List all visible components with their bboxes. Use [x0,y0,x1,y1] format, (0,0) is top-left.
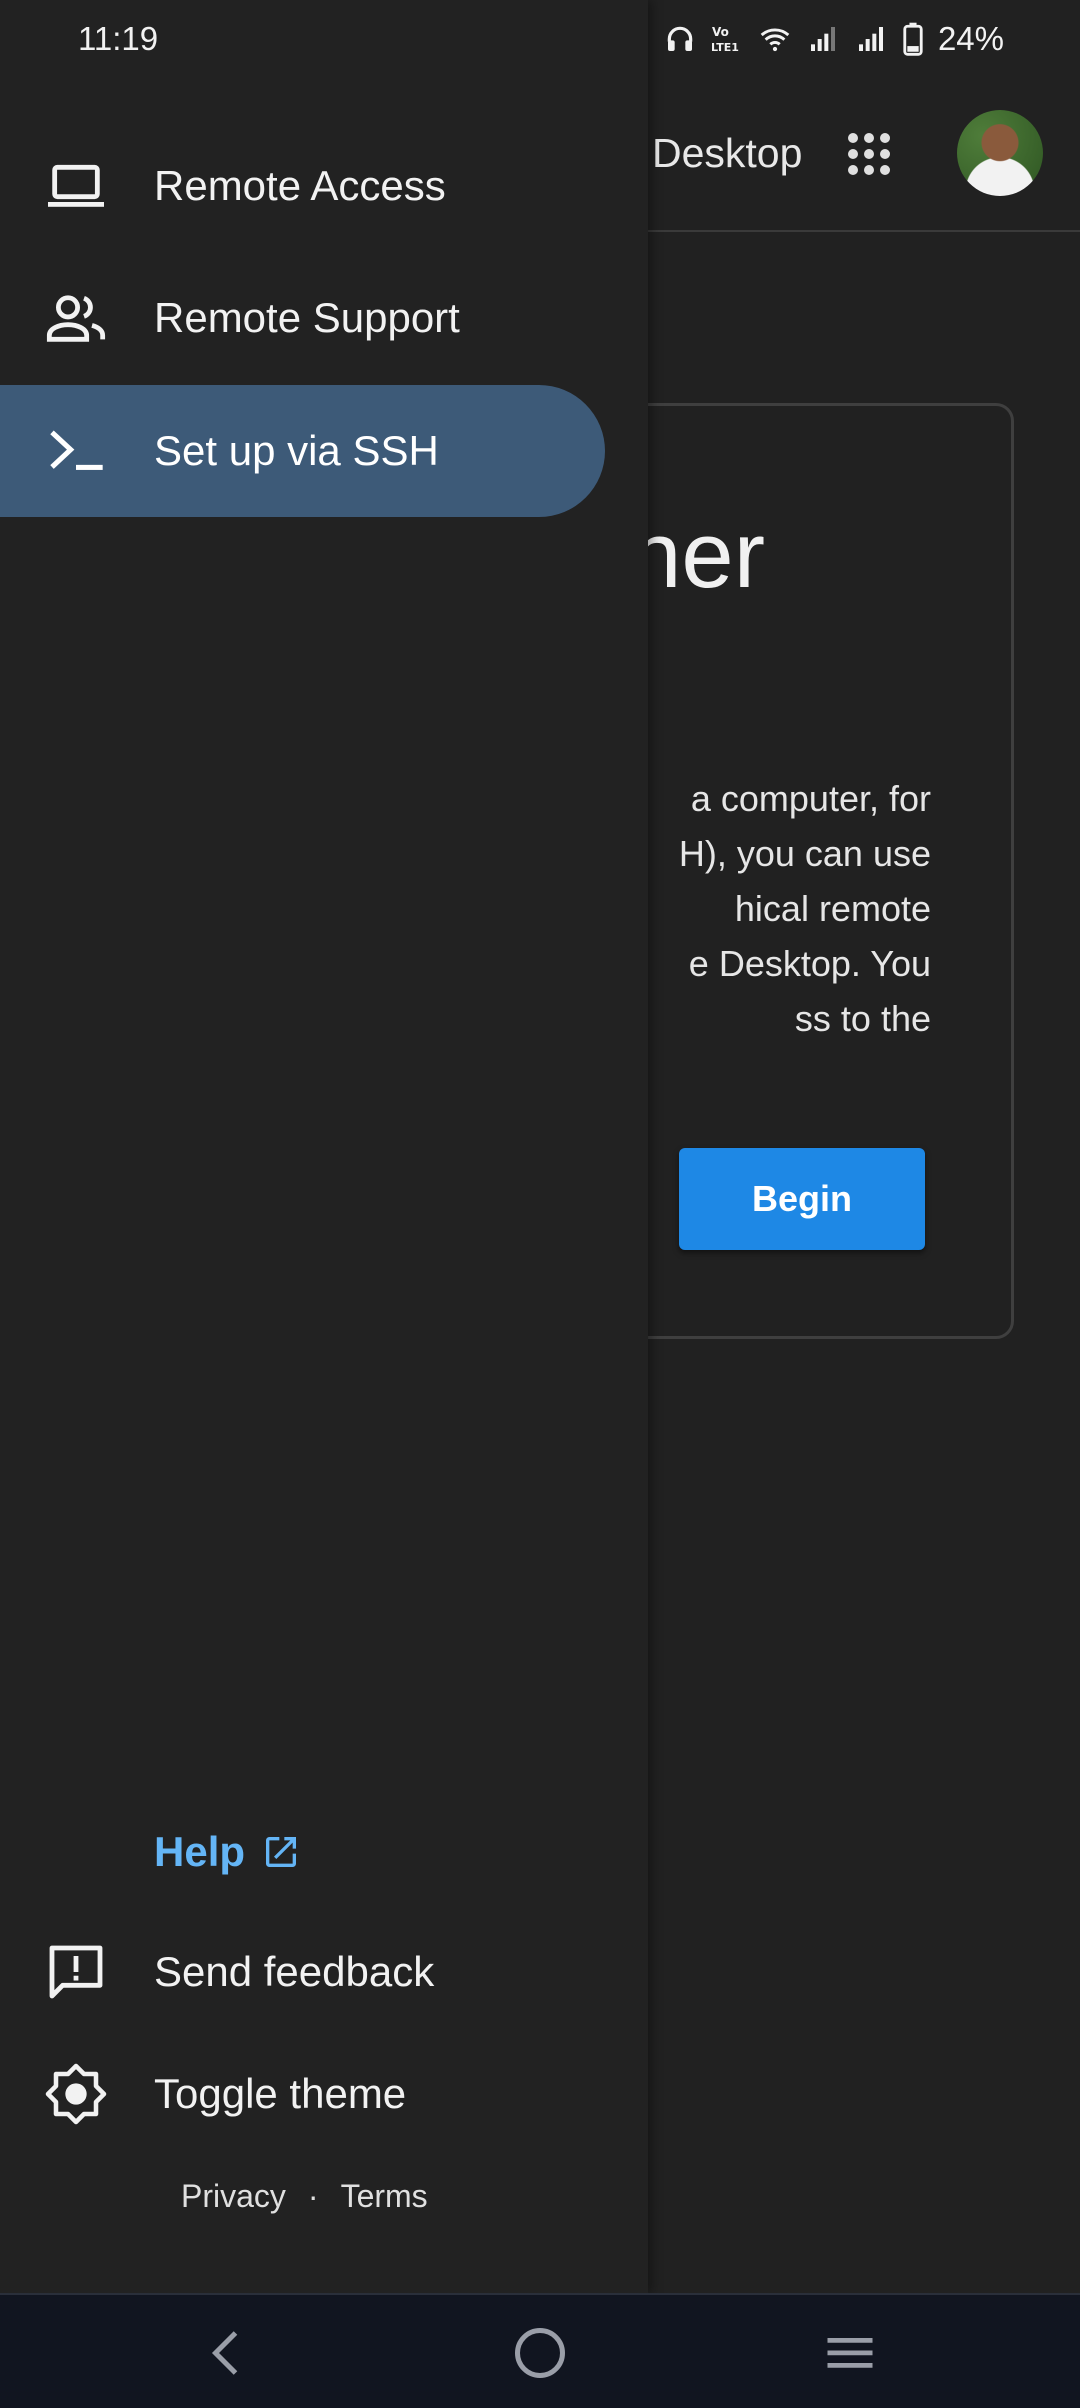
open-in-new-icon [266,1837,297,1867]
navigation-drawer: Remote Access Remote Support Set up via … [0,0,648,2293]
toggle-theme-button[interactable]: Toggle theme [0,2044,605,2144]
privacy-link[interactable]: Privacy [181,2178,286,2215]
svg-text:Vo: Vo [712,25,729,39]
begin-button[interactable]: Begin [679,1148,925,1250]
nav-item-label: Remote Support [154,294,460,341]
nav-item-label: Remote Access [154,162,446,209]
nav-item-remote-support[interactable]: Remote Support [0,252,605,384]
status-bar: 11:19 Vo LTE1 24% [0,0,1080,78]
status-time: 11:19 [78,20,159,57]
svg-text:LTE1: LTE1 [711,41,739,54]
home-icon[interactable] [510,2323,570,2383]
send-feedback-button[interactable]: Send feedback [0,1922,605,2022]
brightness-icon [45,2063,107,2125]
nav-item-label: Set up via SSH [154,427,439,474]
terms-link[interactable]: Terms [341,2178,428,2215]
signal-icon [810,27,835,51]
status-icons: Vo LTE1 24% [664,20,1004,58]
system-navigation-bar [0,2293,1080,2408]
laptop-icon [48,164,104,207]
app-title: Desktop [652,130,803,176]
help-link[interactable]: Help [154,1828,301,1876]
apps-grid-icon[interactable] [845,130,893,178]
signal-icon [858,27,883,51]
feedback-icon [49,1945,103,1999]
recents-menu-icon[interactable] [820,2323,880,2383]
wifi-icon [760,28,790,52]
send-feedback-label: Send feedback [154,1948,435,1995]
nav-item-remote-access[interactable]: Remote Access [0,120,605,252]
footer-separator: · [307,2178,319,2214]
people-icon [46,295,106,342]
headphones-icon [667,26,693,51]
avatar[interactable] [957,110,1043,196]
nav-item-set-up-via-ssh[interactable]: Set up via SSH [0,385,605,517]
volte-icon: Vo LTE1 [711,25,739,54]
battery-percent: 24% [937,20,1004,57]
terminal-icon [50,430,103,470]
help-label: Help [154,1828,246,1875]
back-icon[interactable] [198,2323,258,2383]
toggle-theme-label: Toggle theme [154,2070,407,2117]
footer-links: Privacy · Terms [181,2178,428,2215]
battery-icon [903,22,923,56]
